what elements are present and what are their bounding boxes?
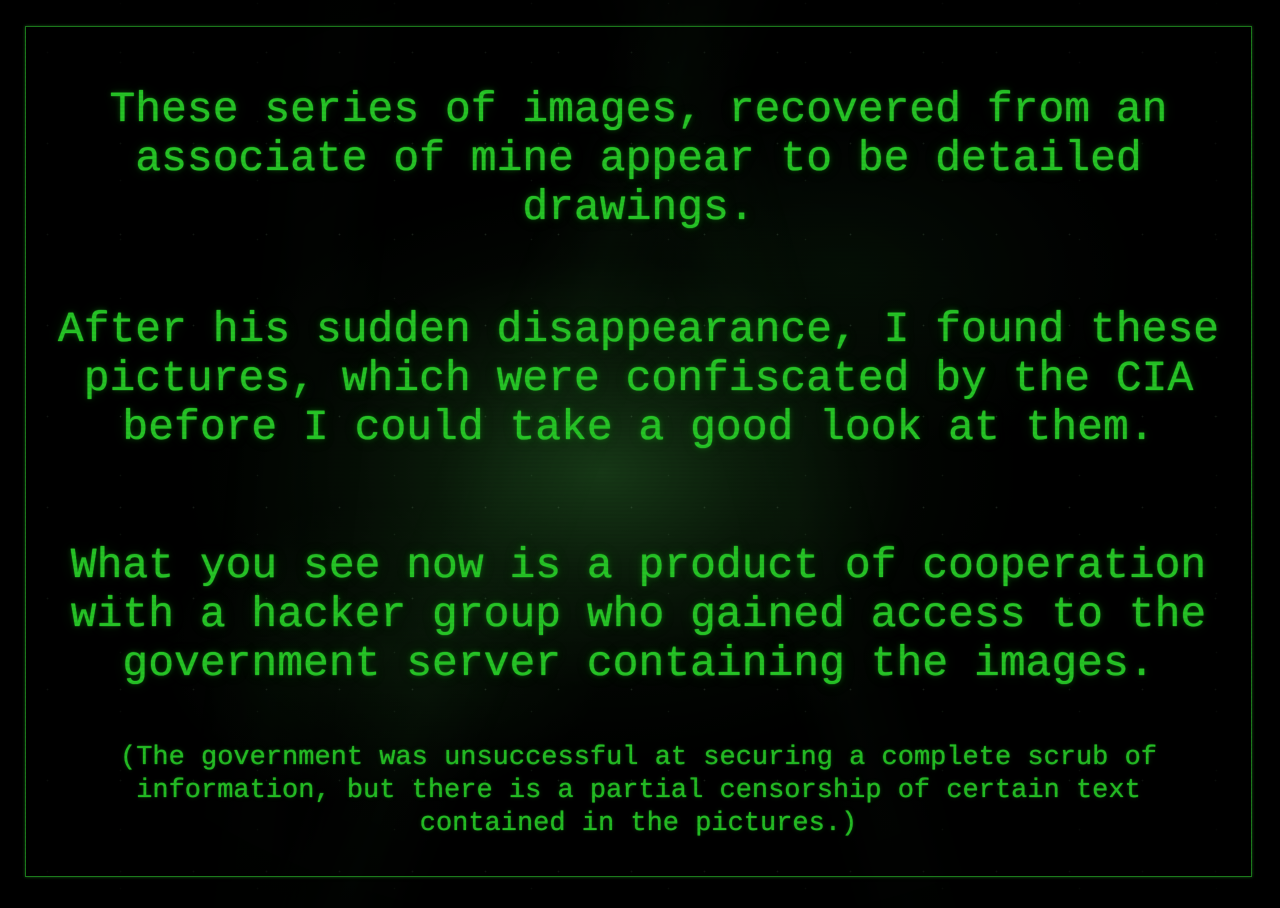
message-content: These series of images, recovered from a… (26, 27, 1251, 876)
terminal-screen: These series of images, recovered from a… (0, 0, 1280, 908)
paragraph-cooperation: What you see now is a product of coopera… (70, 541, 1207, 688)
paragraph-intro: These series of images, recovered from a… (109, 85, 1168, 232)
paragraph-censorship-note: (The government was unsuccessful at secu… (120, 743, 1157, 839)
paragraph-disappearance: After his sudden disappearance, I found … (57, 305, 1220, 452)
